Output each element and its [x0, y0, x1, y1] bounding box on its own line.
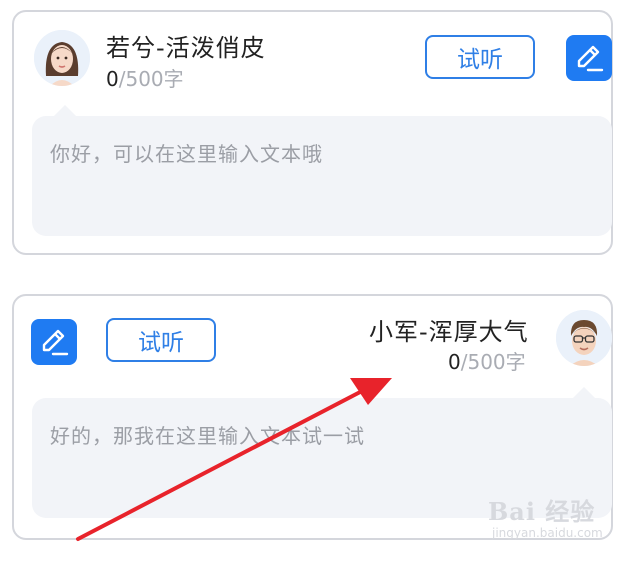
pencil-icon — [42, 329, 69, 356]
edit-button[interactable] — [566, 35, 612, 81]
male-avatar-icon — [556, 310, 612, 366]
char-count-current: 0 — [448, 350, 461, 374]
watermark: Bai 经验 jingyan.baidu.com — [478, 492, 628, 552]
char-counter: 0/500字 — [106, 63, 184, 92]
listen-button[interactable]: 试听 — [106, 318, 216, 362]
char-count-limit: /500字 — [118, 67, 184, 91]
bubble-notch — [54, 105, 76, 116]
bubble-notch — [573, 387, 595, 398]
edit-button[interactable] — [31, 319, 77, 365]
pencil-icon — [577, 45, 604, 72]
text-input-area[interactable]: 你好，可以在这里输入文本哦 — [32, 116, 612, 236]
watermark-sub: jingyan.baidu.com — [492, 526, 603, 540]
char-count-current: 0 — [106, 67, 119, 91]
voice-name: 若兮-活泼俏皮 — [106, 34, 266, 62]
char-counter: 0/500字 — [448, 346, 526, 375]
listen-button[interactable]: 试听 — [425, 35, 535, 79]
char-count-limit: /500字 — [460, 350, 526, 374]
watermark-main: Bai 经验 — [488, 497, 596, 526]
female-avatar-icon — [34, 30, 90, 86]
voice-card-female: 若兮-活泼俏皮 0/500字 试听 你好，可以在这里输入文本哦 — [12, 10, 613, 255]
voice-name: 小军-浑厚大气 — [369, 318, 529, 346]
